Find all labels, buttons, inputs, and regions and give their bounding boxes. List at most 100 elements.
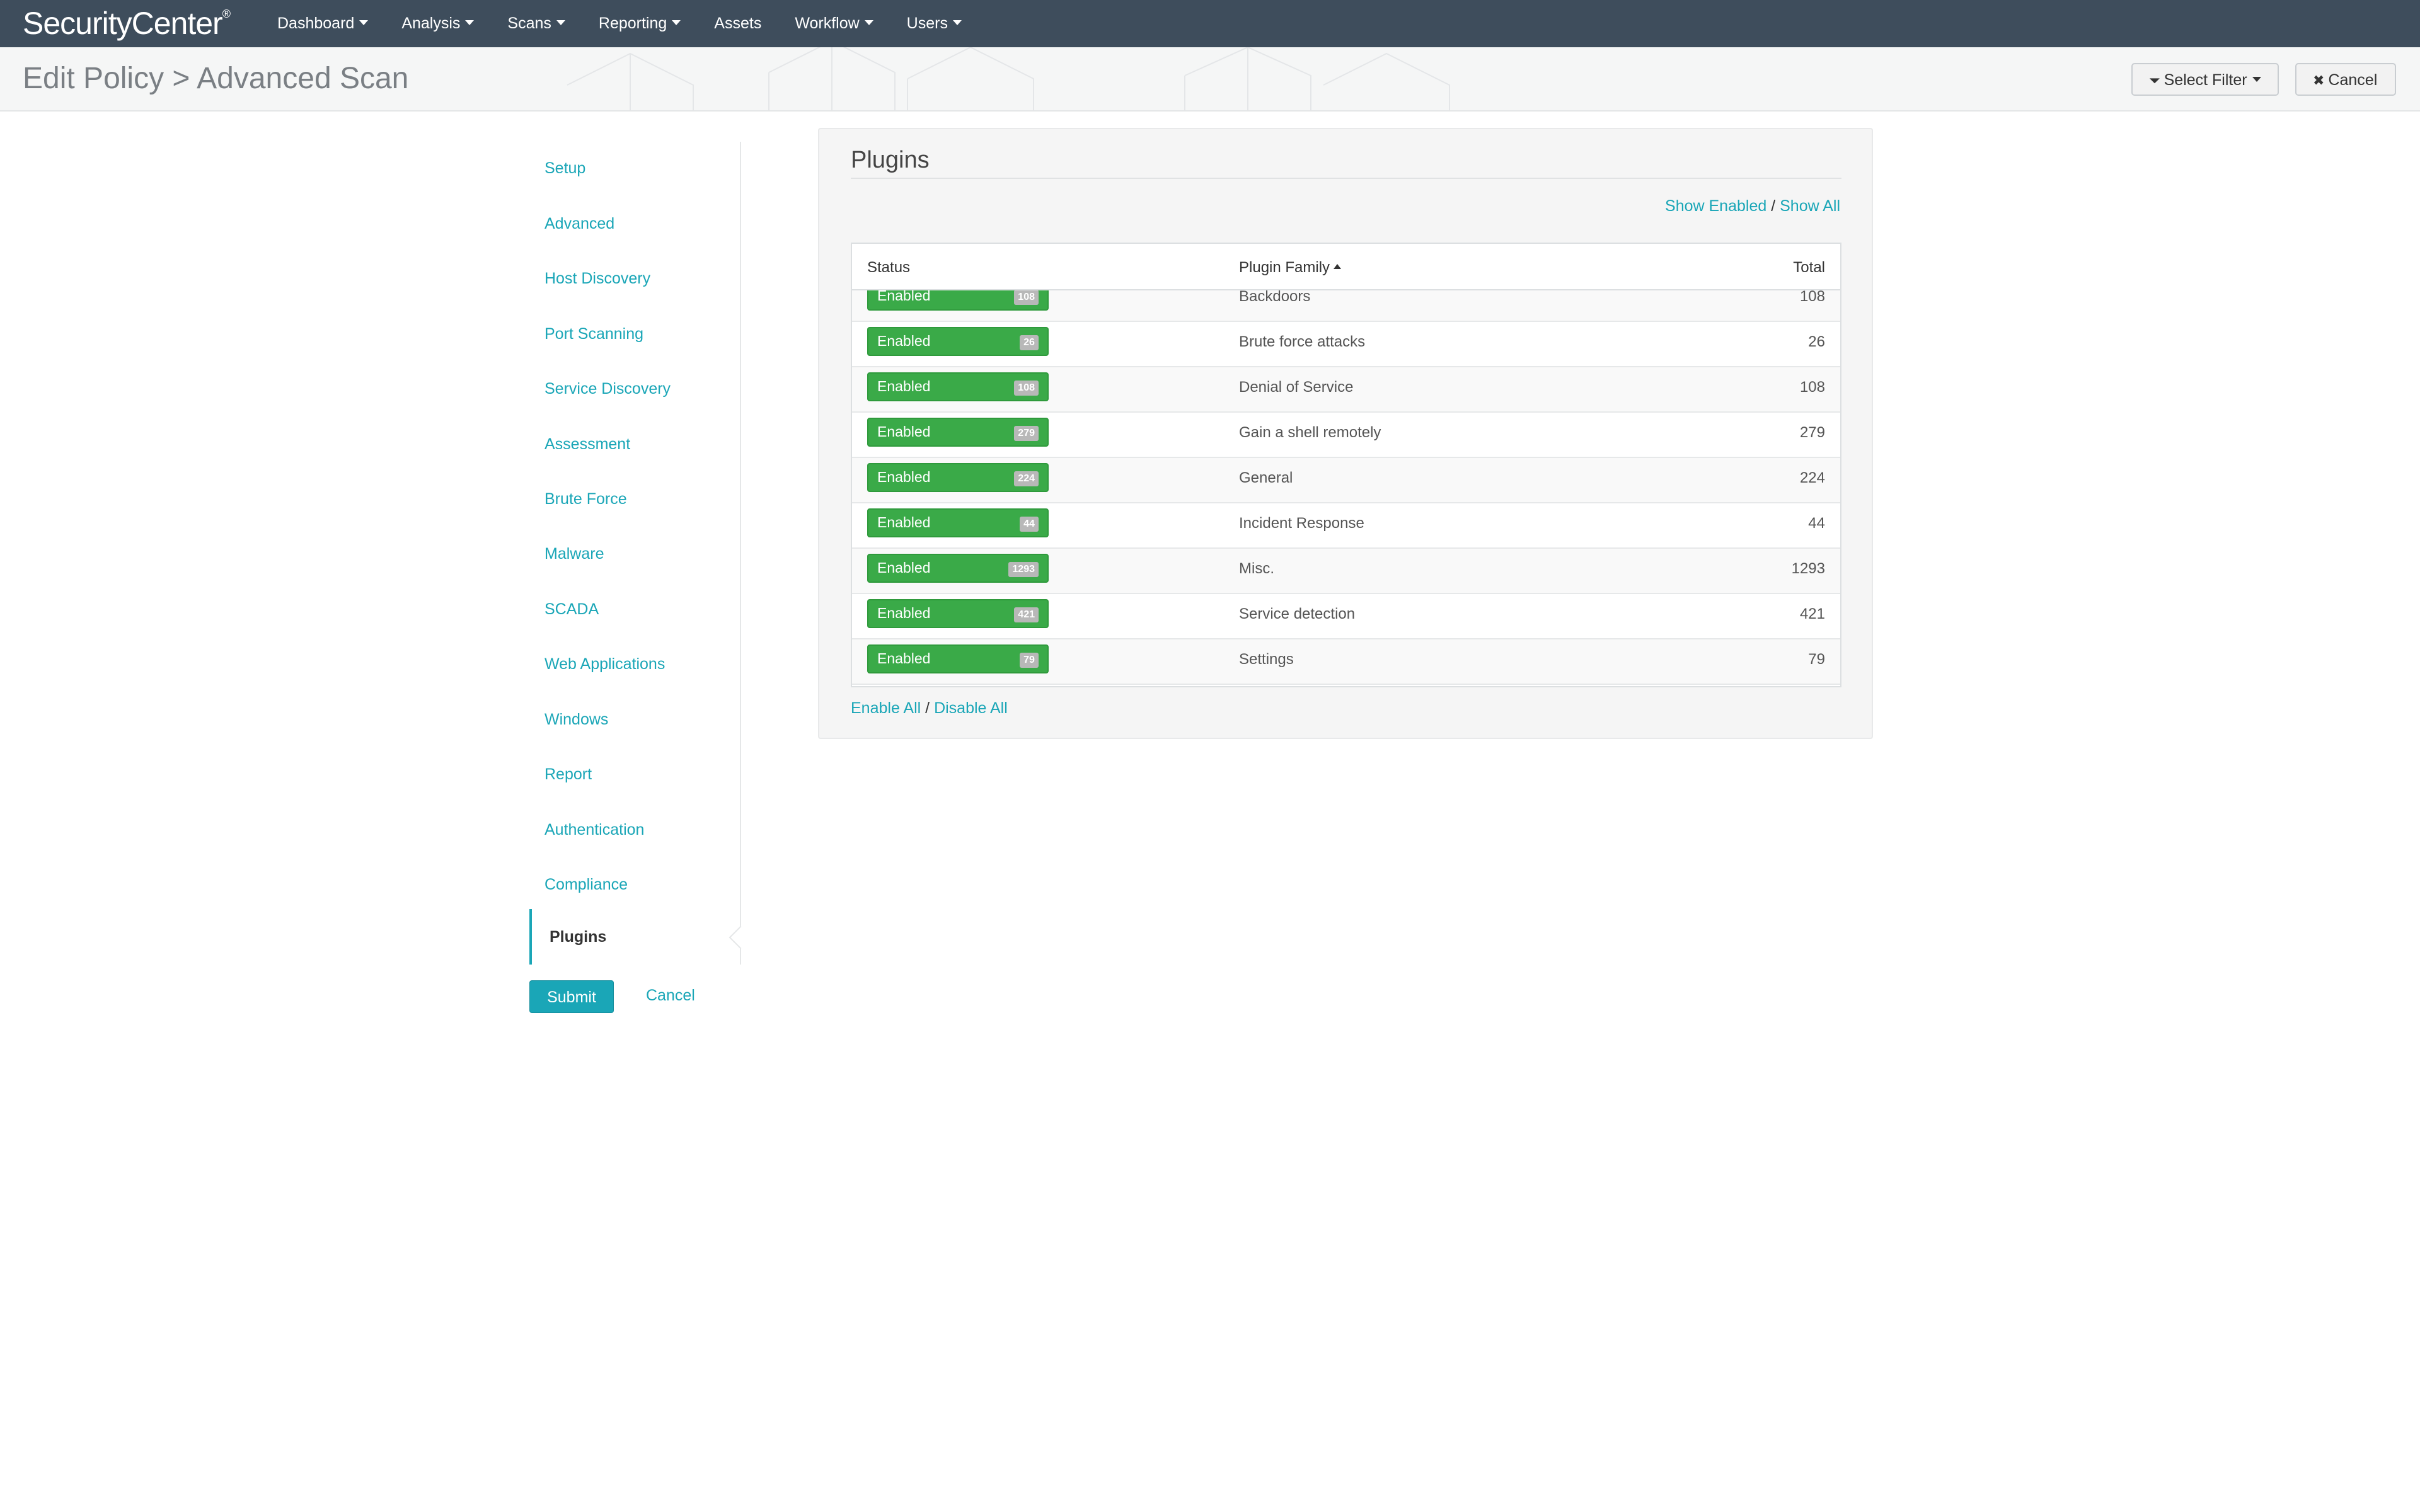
plugin-family-cell: General (1239, 469, 1293, 486)
status-toggle[interactable]: Enabled 279 (867, 418, 1049, 447)
status-toggle[interactable]: Enabled 108 (867, 372, 1049, 401)
nav-item-analysis[interactable]: Analysis (401, 0, 475, 47)
sidebar-item-plugins[interactable]: Plugins (529, 909, 740, 965)
nav-item-workflow[interactable]: Workflow (795, 0, 873, 47)
status-label: Enabled (877, 333, 931, 349)
main-nav: Dashboard Analysis Scans Reporting Assets Wor… (277, 0, 995, 47)
sidebar-item-scada[interactable]: SCADA (544, 600, 599, 619)
total-cell: 279 (1799, 424, 1825, 441)
nav-item-dashboard[interactable]: Dashboard (277, 0, 369, 47)
link-separator: / (925, 699, 930, 717)
top-navbar: SecurityCenter® Dashboard Analysis Scans Re… (0, 0, 2420, 48)
sidebar-item-port-scanning[interactable]: Port Scanning (544, 325, 643, 343)
sidebar-item-brute-force[interactable]: Brute Force (544, 490, 627, 508)
select-filter-label: Select Filter (2164, 71, 2247, 89)
count-badge: 279 (1014, 426, 1039, 441)
chevron-down-icon (556, 20, 565, 26)
nav-item-assets[interactable]: Assets (714, 0, 761, 47)
table-row: Enabled 421 Service detection 421 (852, 594, 1840, 639)
plugin-family-cell: Incident Response (1239, 515, 1364, 532)
plugin-family-cell: Backdoors (1239, 288, 1311, 305)
sidebar-item-windows[interactable]: Windows (544, 711, 608, 729)
plugin-family-cell: Brute force attacks (1239, 333, 1366, 350)
sidebar-item-malware[interactable]: Malware (544, 545, 604, 563)
header-cancel-label: Cancel (2328, 71, 2378, 89)
nav-item-reporting[interactable]: Reporting (599, 0, 681, 47)
chevron-down-icon (864, 20, 873, 26)
table-row: Enabled 79 Settings 79 (852, 639, 1840, 685)
cancel-link[interactable]: Cancel (646, 987, 695, 1005)
brand-logo[interactable]: SecurityCenter® (23, 5, 231, 42)
count-badge: 26 (1020, 335, 1039, 350)
table-row: Enabled 108 Denial of Service 108 (852, 367, 1840, 413)
plugin-family-cell: Denial of Service (1239, 379, 1354, 396)
column-header-family[interactable]: Plugin Family (1239, 259, 1342, 277)
table-row: Enabled 224 General 224 (852, 458, 1840, 503)
status-label: Enabled (877, 650, 931, 667)
sidebar-divider (740, 142, 741, 965)
show-all-link[interactable]: Show All (1780, 197, 1840, 215)
sidebar-item-host-discovery[interactable]: Host Discovery (544, 270, 650, 288)
filter-icon: ⏷ (2149, 72, 2160, 88)
policy-sections-nav: Plugins Setup Advanced Host Discovery Port … (529, 142, 752, 965)
chevron-down-icon (672, 20, 681, 26)
plugin-families-table: Enabled 108 Backdoors 108 Enabled 26 Brute for… (851, 243, 1841, 687)
panel-divider (851, 178, 1841, 179)
status-toggle[interactable]: Enabled 26 (867, 327, 1049, 356)
show-filter-links: Show Enabled / Show All (1665, 197, 1840, 215)
sidebar-item-service-discovery[interactable]: Service Discovery (544, 380, 671, 398)
panel-title: Plugins (851, 147, 930, 173)
total-cell: 108 (1799, 379, 1825, 396)
disable-all-link[interactable]: Disable All (934, 699, 1008, 717)
nav-item-scans[interactable]: Scans (507, 0, 565, 47)
nav-item-label: Assets (714, 14, 762, 32)
brand-mark: ® (222, 8, 231, 20)
header-cancel-button[interactable]: ✖ Cancel (2295, 63, 2396, 96)
status-toggle[interactable]: Enabled 44 (867, 508, 1049, 537)
status-toggle[interactable]: Enabled 421 (867, 599, 1049, 628)
brand-name: SecurityCenter (23, 6, 223, 41)
nav-item-label: Reporting (598, 14, 667, 32)
status-toggle[interactable]: Enabled 79 (867, 644, 1049, 673)
count-badge: 108 (1014, 381, 1039, 396)
sidebar-item-compliance[interactable]: Compliance (544, 876, 628, 894)
sidebar-item-advanced[interactable]: Advanced (544, 215, 614, 233)
count-badge: 79 (1020, 653, 1039, 668)
show-enabled-link[interactable]: Show Enabled (1665, 197, 1766, 215)
table-header: Status Plugin Family Total (852, 244, 1840, 290)
enable-all-link[interactable]: Enable All (851, 699, 921, 717)
nav-item-label: Dashboard (277, 14, 355, 32)
link-separator: / (1771, 197, 1776, 215)
total-cell: 224 (1799, 469, 1825, 486)
sidebar-item-authentication[interactable]: Authentication (544, 821, 644, 839)
status-label: Enabled (877, 423, 931, 440)
sidebar-item-label: Plugins (550, 928, 607, 946)
total-cell: 108 (1799, 288, 1825, 305)
total-cell: 1293 (1791, 560, 1825, 577)
column-header-status[interactable]: Status (867, 259, 910, 277)
total-cell: 26 (1808, 333, 1825, 350)
table-body: Enabled 108 Backdoors 108 Enabled 26 Brute for… (852, 277, 1840, 685)
total-cell: 79 (1808, 651, 1825, 668)
close-icon: ✖ (2313, 72, 2325, 88)
sidebar-item-setup[interactable]: Setup (544, 159, 585, 178)
column-header-total[interactable]: Total (1793, 259, 1825, 277)
nav-item-users[interactable]: Users (907, 0, 962, 47)
count-badge: 1293 (1008, 562, 1039, 577)
sidebar-item-report[interactable]: Report (544, 765, 592, 784)
chevron-down-icon (465, 20, 475, 26)
nav-item-label: Analysis (401, 14, 461, 32)
status-label: Enabled (877, 469, 931, 485)
submit-button[interactable]: Submit (529, 980, 614, 1013)
select-filter-button[interactable]: ⏷ Select Filter (2131, 63, 2279, 96)
column-header-family-label: Plugin Family (1239, 259, 1330, 276)
count-badge: 44 (1020, 517, 1039, 532)
sidebar-item-web-applications[interactable]: Web Applications (544, 655, 665, 673)
sort-ascending-icon (1334, 263, 1342, 269)
plugins-panel: Plugins Show Enabled / Show All Enabled 1… (818, 128, 1873, 739)
status-toggle[interactable]: Enabled 1293 (867, 554, 1049, 583)
sidebar-item-assessment[interactable]: Assessment (544, 435, 630, 454)
plugin-family-cell: Misc. (1239, 560, 1274, 577)
status-label: Enabled (877, 514, 931, 530)
status-toggle[interactable]: Enabled 224 (867, 463, 1049, 492)
